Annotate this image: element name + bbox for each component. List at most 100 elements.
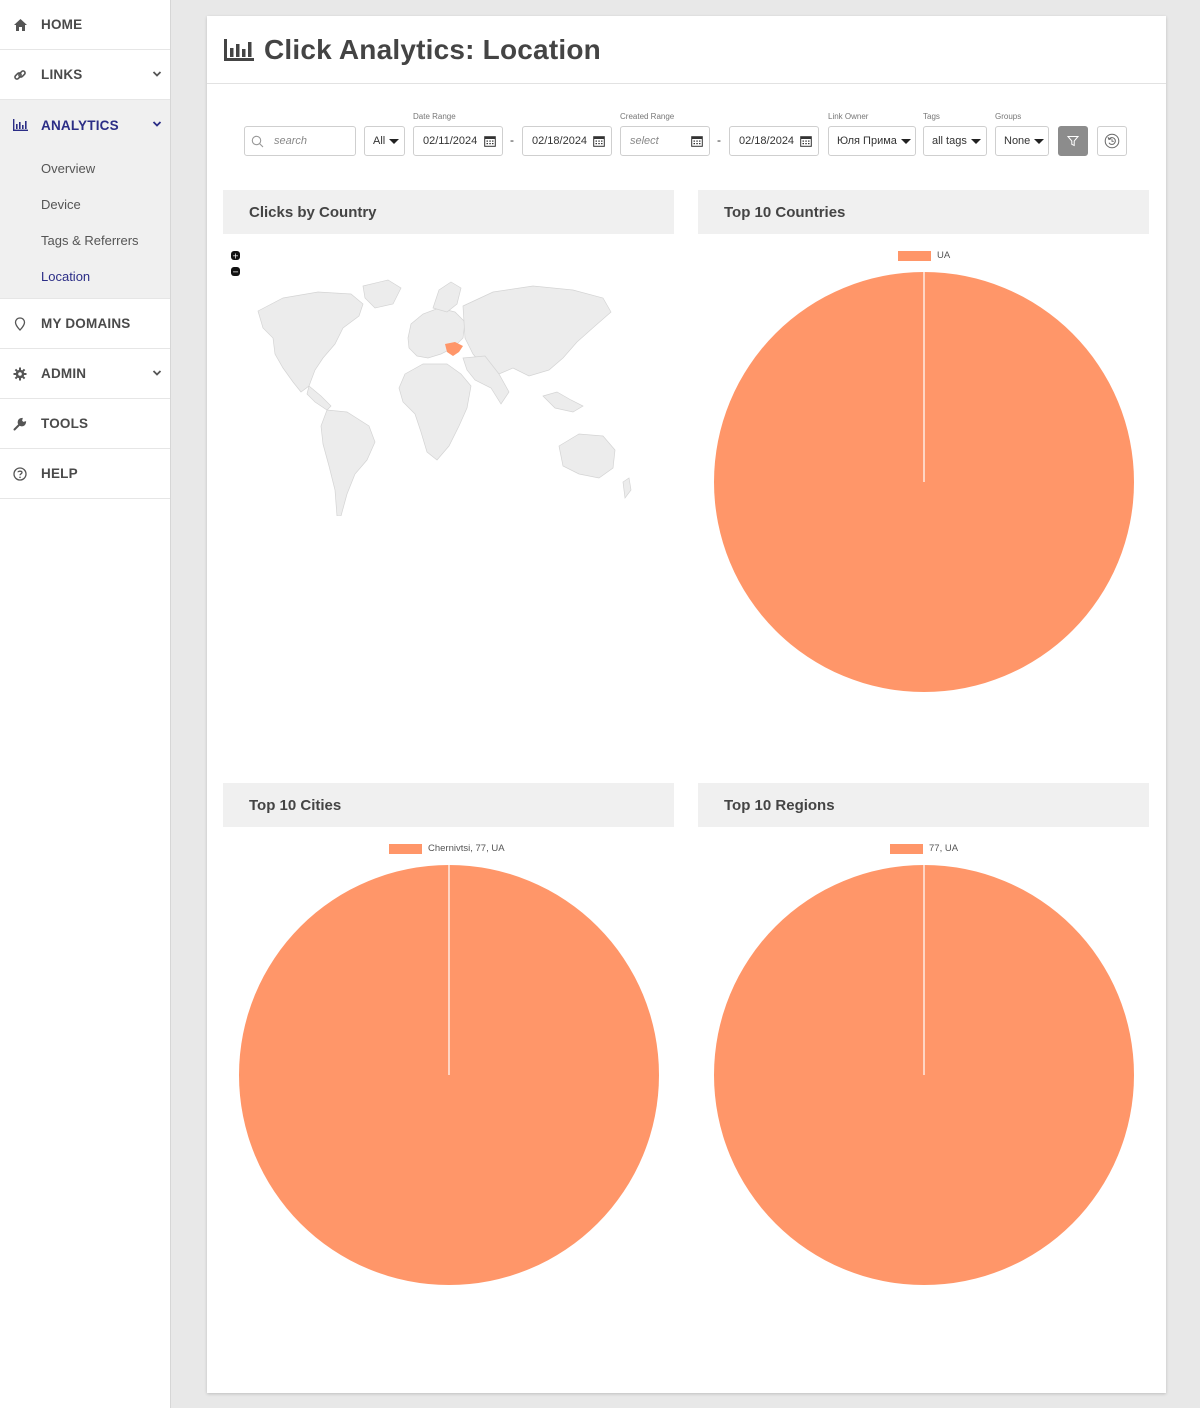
greenland: [362, 279, 402, 309]
chevron-down-icon[interactable]: [152, 69, 162, 79]
se-asia: [542, 391, 584, 413]
sidebar-item-analytics[interactable]: ANALYTICS: [0, 100, 170, 150]
page-title: Click Analytics: Location: [264, 33, 601, 65]
new-zealand: [622, 477, 632, 499]
top-cities-header: Top 10 Cities: [223, 783, 674, 827]
created-to-input[interactable]: 02/18/2024: [729, 126, 819, 156]
type-select[interactable]: All: [364, 126, 405, 156]
tags-select[interactable]: all tags: [923, 126, 987, 156]
home-icon: [12, 17, 28, 33]
link-owner-label: Link Owner: [828, 112, 869, 121]
sidebar-item-help[interactable]: HELP: [0, 449, 170, 499]
submenu-item-location[interactable]: Location: [0, 258, 170, 294]
africa: [398, 363, 472, 461]
groups-label: Groups: [995, 112, 1022, 121]
world-map[interactable]: + −: [223, 246, 653, 516]
link-owner-value: Юля Прима: [837, 135, 897, 147]
pie-chart-cities[interactable]: [237, 863, 661, 1287]
zoom-in-label: +: [232, 252, 239, 261]
calendar-icon[interactable]: [593, 135, 605, 147]
reset-icon: [1104, 133, 1120, 149]
sidebar-item-links[interactable]: LINKS: [0, 50, 170, 100]
date-to-input[interactable]: 02/18/2024: [522, 126, 612, 156]
groups-value: None: [1004, 135, 1031, 147]
legend-label: Chernivtsi, 77, UA: [428, 843, 505, 854]
legend-swatch: [890, 843, 923, 854]
card-header: Click Analytics: Location: [207, 16, 1166, 84]
caret-down-icon: [970, 138, 981, 144]
calendar-icon[interactable]: [484, 135, 496, 147]
search-input[interactable]: search: [244, 126, 356, 156]
groups-select[interactable]: None: [995, 126, 1049, 156]
top-countries-header: Top 10 Countries: [698, 190, 1149, 234]
created-from-input[interactable]: select: [620, 126, 710, 156]
apply-filter-button[interactable]: [1058, 126, 1088, 156]
zoom-out-button[interactable]: −: [231, 267, 240, 277]
pie-chart-countries[interactable]: [712, 270, 1136, 694]
sidebar: HOME LINKS ANALYTICS Overview Device Tag…: [0, 0, 171, 1408]
link-icon: [12, 67, 28, 83]
date-to-value: 02/18/2024: [532, 135, 588, 147]
date-from-value: 02/11/2024: [423, 135, 478, 147]
pie-chart-regions[interactable]: [712, 863, 1136, 1287]
link-owner-select[interactable]: Юля Прима: [828, 126, 916, 156]
gear-icon: [12, 366, 28, 382]
caret-down-icon: [389, 138, 400, 144]
sidebar-item-admin[interactable]: ADMIN: [0, 349, 170, 399]
date-range-label: Date Range: [413, 112, 456, 121]
zoom-in-button[interactable]: +: [231, 251, 240, 261]
legend-regions: 77, UA: [890, 843, 958, 854]
legend-swatch: [898, 250, 931, 261]
sidebar-item-home[interactable]: HOME: [0, 0, 170, 50]
bar-chart-icon: [12, 117, 28, 133]
sidebar-item-tools[interactable]: TOOLS: [0, 399, 170, 449]
legend-label: 77, UA: [929, 843, 959, 854]
wrench-icon: [12, 416, 28, 432]
sidebar-item-label: MY DOMAINS: [41, 316, 131, 331]
main-card: Click Analytics: Location search All Dat…: [207, 16, 1166, 1393]
question-circle-icon: [12, 466, 28, 482]
legend-cities: Chernivtsi, 77, UA: [389, 843, 505, 854]
submenu-item-overview[interactable]: Overview: [0, 150, 170, 186]
search-placeholder: search: [274, 135, 308, 147]
south-america: [320, 409, 376, 516]
legend-swatch: [389, 843, 422, 854]
legend-label: UA: [937, 250, 951, 261]
tags-value: all tags: [932, 135, 967, 147]
sidebar-item-label: LINKS: [41, 67, 83, 82]
submenu-item-tags-referrers[interactable]: Tags & Referrers: [0, 222, 170, 258]
legend-countries: UA: [898, 250, 950, 261]
sidebar-item-label: HELP: [41, 466, 78, 481]
chevron-down-icon[interactable]: [152, 119, 162, 129]
search-icon: [251, 135, 264, 147]
analytics-submenu: Overview Device Tags & Referrers Locatio…: [0, 150, 170, 299]
sidebar-item-label: ADMIN: [41, 366, 87, 381]
reset-filter-button[interactable]: [1097, 126, 1127, 156]
created-to-value: 02/18/2024: [739, 135, 795, 147]
created-range-label: Created Range: [620, 112, 675, 121]
chevron-down-icon[interactable]: [152, 368, 162, 378]
scandinavia: [432, 281, 462, 313]
created-from-placeholder: select: [630, 135, 659, 147]
central-america: [306, 385, 332, 411]
sidebar-item-label: ANALYTICS: [41, 117, 119, 133]
bar-chart-icon: [224, 38, 254, 61]
caret-down-icon: [900, 138, 911, 144]
australia: [558, 433, 616, 479]
submenu-item-device[interactable]: Device: [0, 186, 170, 222]
type-select-value: All: [373, 135, 386, 147]
sidebar-item-label: HOME: [41, 17, 83, 32]
calendar-icon[interactable]: [691, 135, 703, 147]
sidebar-item-my-domains[interactable]: MY DOMAINS: [0, 299, 170, 349]
zoom-out-label: −: [232, 268, 239, 277]
north-america: [257, 291, 364, 393]
range-separator: -: [717, 133, 721, 147]
clicks-by-country-header: Clicks by Country: [223, 190, 674, 234]
date-from-input[interactable]: 02/11/2024: [413, 126, 503, 156]
country-ukraine[interactable]: [445, 342, 463, 356]
calendar-icon[interactable]: [800, 135, 812, 147]
sidebar-item-label: TOOLS: [41, 416, 89, 431]
top-regions-header: Top 10 Regions: [698, 783, 1149, 827]
filter-icon: [1067, 136, 1079, 147]
range-separator: -: [510, 133, 514, 147]
